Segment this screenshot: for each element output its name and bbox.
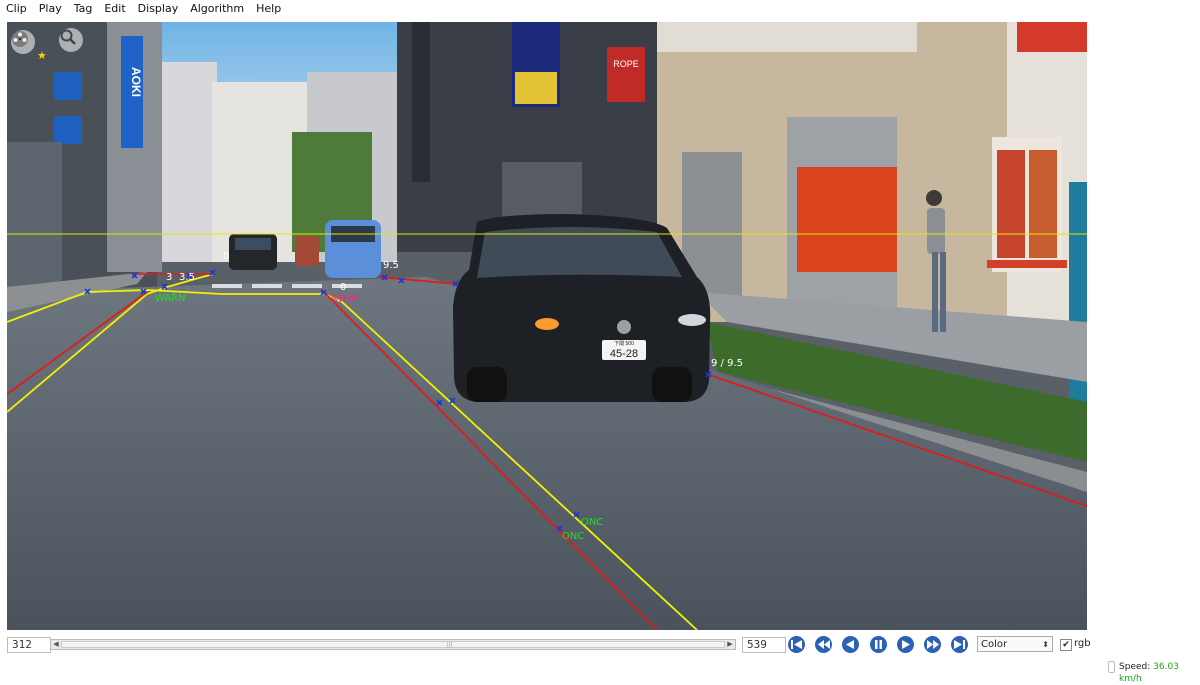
overlay-label: 0 (223, 251, 230, 262)
step-back-button[interactable] (842, 636, 859, 653)
overlay-label: 0 (340, 282, 347, 293)
svg-text:ROPE: ROPE (613, 59, 639, 69)
fast-forward-button[interactable] (924, 636, 941, 653)
status-grip (1108, 661, 1115, 673)
overlay-label: 3.5 (179, 272, 195, 283)
rgb-checkbox[interactable]: ✔ (1060, 639, 1072, 651)
menu-bar: Clip Play Tag Edit Display Algorithm Hel… (0, 0, 1200, 18)
play-button[interactable] (897, 636, 914, 653)
menu-help[interactable]: Help (250, 0, 287, 18)
onc-label: ONC (562, 531, 585, 542)
svg-text:AOKI: AOKI (129, 67, 143, 97)
skip-start-icon (791, 640, 802, 649)
menu-display[interactable]: Display (132, 0, 185, 18)
speed-readout: Speed: 36.03 km/h (1119, 661, 1200, 685)
scroll-right-icon[interactable]: ▶ (725, 640, 735, 649)
overlay-label: 9 / 9.5 (711, 358, 743, 369)
menu-edit[interactable]: Edit (98, 0, 131, 18)
skip-end-icon (954, 640, 965, 649)
overlay-label: 9.5 (383, 260, 399, 271)
rewind-icon (817, 640, 830, 649)
timeline-scrollbar[interactable]: ◀ ||| ▶ (50, 639, 736, 650)
video-frame[interactable]: AOKI ROPE 下関 500 45-28 ★ 3 3.5 0 9.5 0 S… (7, 22, 1087, 630)
fast-forward-icon (926, 640, 939, 649)
menu-play[interactable]: Play (33, 0, 68, 18)
grip-icon: ||| (447, 642, 453, 648)
menu-clip[interactable]: Clip (0, 0, 33, 18)
pause-icon (875, 640, 882, 649)
menu-tag[interactable]: Tag (68, 0, 99, 18)
step-back-icon (846, 640, 854, 649)
pause-button[interactable] (870, 636, 887, 653)
speed-label: Speed: (1119, 662, 1151, 672)
warn-label: WARN (155, 293, 186, 304)
play-icon (902, 640, 910, 649)
magnifier-icon[interactable] (59, 28, 83, 52)
stop-label: STOP (331, 294, 358, 305)
chevron-updown-icon: ⬍ (1042, 640, 1049, 649)
current-frame-field[interactable]: 312 (7, 637, 51, 653)
svg-text:45-28: 45-28 (610, 348, 638, 360)
film-reel-icon[interactable] (11, 30, 35, 54)
menu-algorithm[interactable]: Algorithm (184, 0, 250, 18)
first-frame-button[interactable] (788, 636, 805, 653)
rewind-button[interactable] (815, 636, 832, 653)
display-mode-select[interactable]: Color ⬍ (977, 636, 1053, 652)
overlay-label: 3 (166, 272, 173, 283)
display-mode-value: Color (981, 639, 1008, 650)
onc-label: ONC (581, 517, 604, 528)
scroll-left-icon[interactable]: ◀ (51, 640, 61, 649)
total-frames-field: 539 (742, 637, 786, 653)
timeline-thumb[interactable]: ||| (61, 641, 725, 648)
last-frame-button[interactable] (951, 636, 968, 653)
rgb-label: rgb (1074, 638, 1091, 649)
svg-text:下関 500: 下関 500 (614, 341, 634, 347)
star-icon: ★ (37, 49, 47, 62)
street-scene: AOKI ROPE 下関 500 45-28 (7, 22, 1087, 630)
playback-controls: 312 ◀ ||| ▶ 539 Color ⬍ ✔ rgb (0, 634, 1200, 656)
